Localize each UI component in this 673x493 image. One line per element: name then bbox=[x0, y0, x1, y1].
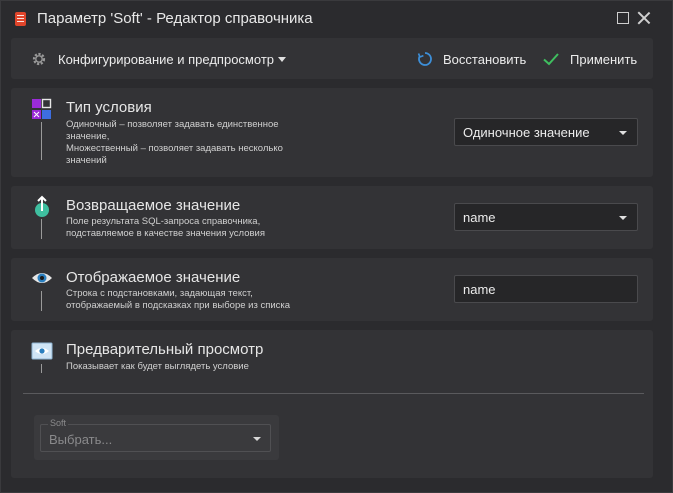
divider bbox=[23, 393, 644, 394]
condition-type-select[interactable]: Одиночное значение bbox=[454, 118, 638, 146]
display-value-input[interactable]: name bbox=[454, 275, 638, 303]
section-description: Поле результата SQL-запроса справочника,… bbox=[66, 216, 265, 239]
section-connector bbox=[41, 219, 42, 239]
section-description: Одиночный – позволяет задавать единствен… bbox=[66, 119, 283, 166]
section-return-value: Возвращаемое значение Поле результата SQ… bbox=[11, 186, 653, 249]
section-title: Тип условия bbox=[66, 99, 152, 116]
section-display-value: Отображаемое значение Строка с подстанов… bbox=[11, 258, 653, 321]
section-connector bbox=[41, 291, 42, 311]
eye-icon bbox=[32, 273, 52, 283]
condition-type-icon bbox=[32, 98, 52, 119]
section-description: Строка с подстановками, задающая текст, … bbox=[66, 288, 291, 311]
close-button[interactable] bbox=[637, 11, 651, 25]
chevron-down-icon bbox=[253, 437, 261, 441]
preview-placeholder: Выбрать... bbox=[49, 432, 113, 447]
display-value-value: name bbox=[463, 282, 496, 297]
section-condition-type: Тип условия Одиночный – позволяет задава… bbox=[11, 88, 653, 177]
section-title: Предварительный просмотр bbox=[66, 341, 264, 358]
maximize-button[interactable] bbox=[616, 11, 630, 25]
return-value-select[interactable]: name bbox=[454, 203, 638, 231]
return-value-icon bbox=[35, 195, 49, 217]
section-title: Отображаемое значение bbox=[66, 269, 241, 286]
section-title: Возвращаемое значение bbox=[66, 197, 241, 214]
preview-icon bbox=[31, 342, 53, 360]
preview-legend: Soft bbox=[48, 418, 69, 428]
toolbar: Конфигурирование и предпросмотр Восстано… bbox=[11, 38, 653, 79]
title-bar: Параметр 'Soft' - Редактор справочника bbox=[1, 1, 672, 35]
restore-icon bbox=[417, 52, 432, 66]
window-title: Параметр 'Soft' - Редактор справочника bbox=[37, 10, 313, 27]
condition-type-value: Одиночное значение bbox=[463, 125, 590, 140]
apply-button[interactable]: Применить bbox=[570, 52, 637, 67]
preview-card: Выбрать... Soft bbox=[34, 415, 279, 460]
section-connector bbox=[41, 364, 42, 373]
config-menu[interactable]: Конфигурирование и предпросмотр bbox=[58, 52, 274, 67]
section-connector bbox=[41, 122, 42, 160]
return-value-value: name bbox=[463, 210, 496, 225]
checkmark-icon bbox=[543, 53, 559, 66]
chevron-down-icon[interactable] bbox=[278, 57, 286, 62]
preview-select[interactable]: Выбрать... bbox=[40, 424, 271, 452]
gear-icon bbox=[32, 52, 46, 66]
restore-button[interactable]: Восстановить bbox=[443, 52, 526, 67]
section-description: Показывает как будет выглядеть условие bbox=[66, 361, 249, 372]
app-icon bbox=[15, 12, 26, 26]
editor-window: Параметр 'Soft' - Редактор справочника К… bbox=[0, 0, 673, 493]
chevron-down-icon bbox=[619, 131, 627, 135]
chevron-down-icon bbox=[619, 216, 627, 220]
